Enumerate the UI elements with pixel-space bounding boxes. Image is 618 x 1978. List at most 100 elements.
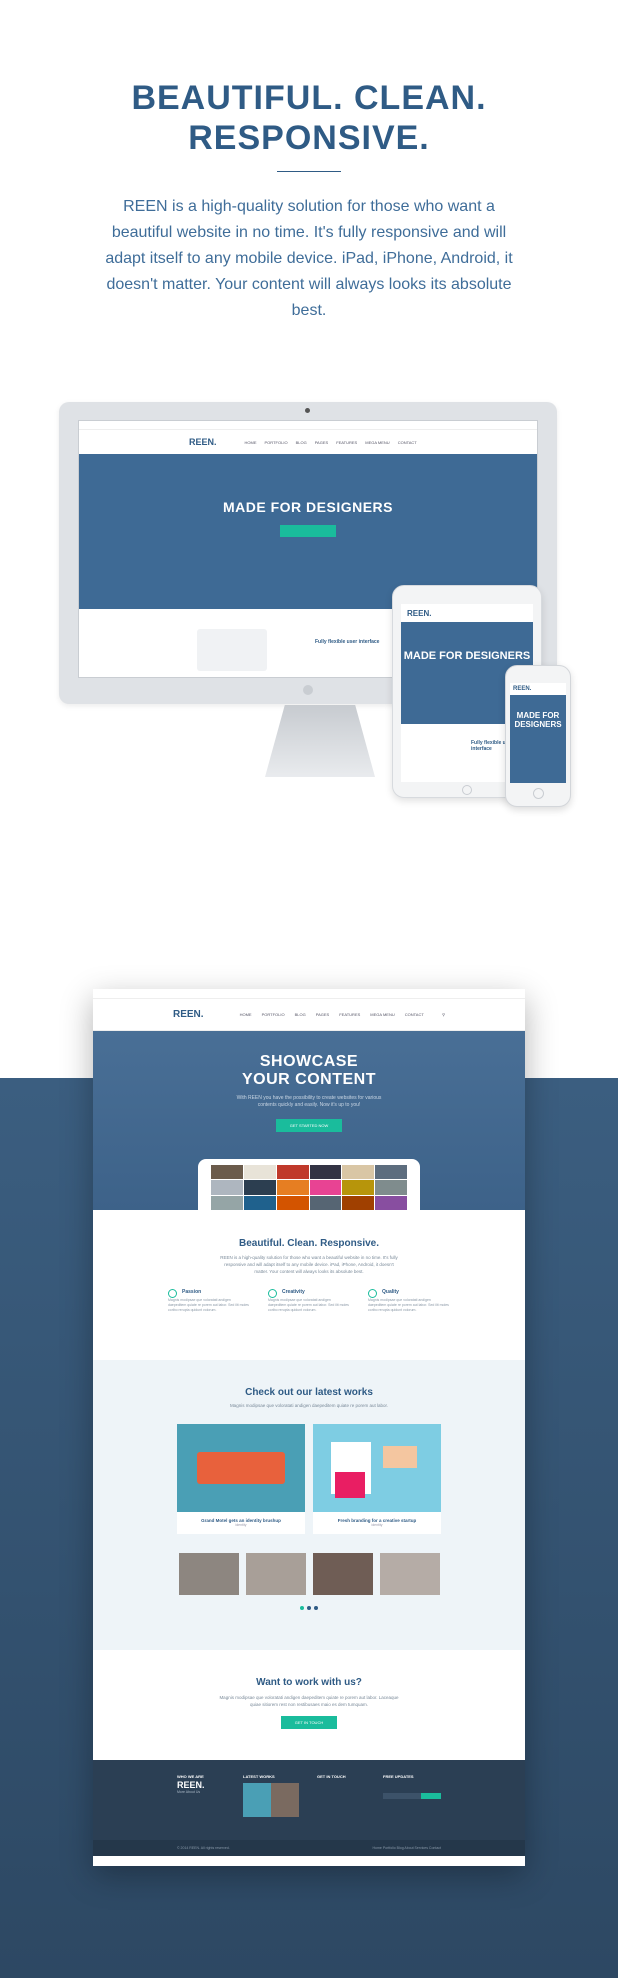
features-text: REEN is a high-quality solution for thos…: [220, 1255, 398, 1274]
mini-nav-item: CONTACT: [397, 439, 417, 445]
feature-passion: Passion Magnis modipsae que voloratati a…: [168, 1289, 250, 1313]
carousel-dot[interactable]: [300, 1606, 304, 1610]
mini-nav-item: MEGA MENU: [365, 439, 390, 445]
nav-pages[interactable]: PAGES: [316, 1012, 330, 1017]
footer-heading: LATEST WORKS: [243, 1774, 275, 1779]
work-tag: identity: [235, 1523, 247, 1527]
website-screenshot: REEN. HOME PORTFOLIO BLOG PAGES FEATURES…: [93, 989, 525, 1866]
carousel-dot[interactable]: [314, 1606, 318, 1610]
site-hero-title-1: SHOWCASE: [259, 1053, 359, 1070]
nav-portfolio[interactable]: PORTFOLIO: [262, 1012, 285, 1017]
mini-cta-button: [280, 525, 336, 537]
portfolio-grid: [211, 1165, 407, 1210]
features-section: Beautiful. Clean. Responsive. REEN is a …: [93, 1210, 525, 1360]
mini-nav-item: BLOG: [295, 439, 307, 445]
site-footer: WHO WE ARE REEN. More About Us LATEST WO…: [93, 1760, 525, 1840]
work-title: Fresh branding for a creative startup: [337, 1518, 417, 1523]
search-icon[interactable]: ⚲: [442, 1012, 445, 1017]
phone-logo: REEN.: [510, 683, 566, 695]
site-navbar: REEN. HOME PORTFOLIO BLOG PAGES FEATURES…: [93, 999, 525, 1031]
tablet-home-button: [462, 785, 472, 795]
feature-text: Magnis modipsae que voloratati andigen d…: [368, 1298, 449, 1312]
footer-heading: FREE UPDATES: [383, 1774, 414, 1779]
features-title: Beautiful. Clean. Responsive.: [238, 1238, 380, 1249]
subscribe-button[interactable]: [421, 1793, 441, 1799]
ipad-image: [198, 1159, 420, 1210]
mini-hero-title: MADE FOR DESIGNERS: [222, 499, 393, 515]
site-hero-text: With REEN you have the possibility to cr…: [236, 1095, 382, 1108]
imac-stand: [265, 705, 375, 777]
nav-mega-menu[interactable]: MEGA MENU: [370, 1012, 394, 1017]
footer-heading: WHO WE ARE: [177, 1774, 204, 1779]
nav-blog[interactable]: BLOG: [295, 1012, 306, 1017]
lightbulb-icon: [268, 1289, 277, 1298]
footer-logo: REEN.: [177, 1780, 205, 1790]
site-logo[interactable]: REEN.: [173, 1009, 204, 1020]
feature-text: Magnis modipsae que voloratati andigen d…: [268, 1298, 349, 1312]
mini-nav-item: FEATURES: [336, 439, 358, 445]
nav-features[interactable]: FEATURES: [339, 1012, 360, 1017]
nav-contact[interactable]: CONTACT: [405, 1012, 424, 1017]
work-thumb[interactable]: [312, 1553, 373, 1595]
work-thumb[interactable]: [245, 1553, 306, 1595]
work-image: [177, 1424, 305, 1512]
site-hero-title-2: YOUR CONTENT: [242, 1071, 376, 1088]
cta-text: Magnis modipsae que voloratati andigen d…: [219, 1695, 399, 1707]
pink-envelope: [335, 1472, 365, 1498]
get-in-touch-button[interactable]: GET IN TOUCH: [280, 1716, 338, 1729]
work-card-grand-motel[interactable]: Grand Motel gets an identity brushup ide…: [177, 1424, 305, 1534]
works-section: Check out our latest works Magnis modips…: [93, 1360, 525, 1650]
feature-columns: Passion Magnis modipsae que voloratati a…: [93, 1289, 525, 1313]
mini-nav-item: PAGES: [314, 439, 329, 445]
camera-dot: [305, 408, 310, 413]
feature-text: Magnis modipsae que voloratati andigen d…: [168, 1298, 249, 1312]
phone-home-button: [533, 788, 544, 799]
footer-more-link[interactable]: More About Us: [177, 1790, 200, 1794]
heart-icon: [168, 1289, 177, 1298]
carousel-dot[interactable]: [307, 1606, 311, 1610]
cta-section: Want to work with us? Magnis modipsae qu…: [93, 1650, 525, 1760]
work-thumbnails: [93, 1553, 525, 1595]
hero-divider: [277, 171, 341, 172]
phone-mockup: REEN. MADE FOR DESIGNERS: [505, 665, 571, 807]
mini-navbar: REEN. HOME PORTFOLIO BLOG PAGES FEATURES…: [79, 430, 537, 454]
work-card-branding[interactable]: Fresh branding for a creative startup id…: [313, 1424, 441, 1534]
phone-screen: REEN. MADE FOR DESIGNERS: [510, 683, 566, 783]
work-title: Grand Motel gets an identity brushup: [201, 1518, 281, 1523]
get-started-button[interactable]: GET STARTED NOW: [275, 1119, 343, 1132]
tablet-hero-title: MADE FOR DESIGNERS: [403, 650, 531, 662]
mini-device-image: [197, 629, 267, 671]
mini-topbar: [79, 421, 537, 430]
feature-title: Creativity: [282, 1289, 305, 1295]
feature-title: Passion: [182, 1289, 202, 1295]
phone-hero-title: MADE FOR DESIGNERS: [514, 711, 562, 729]
business-card: [383, 1446, 417, 1468]
work-thumb[interactable]: [178, 1553, 239, 1595]
mini-feature-title: Fully flexible user interface: [315, 639, 380, 645]
footer-latest-works: LATEST WORKS: [243, 1774, 299, 1826]
mini-logo: REEN.: [189, 437, 217, 447]
footer-works-grid[interactable]: [243, 1783, 299, 1817]
feature-quality: Quality Magnis modipsae que voloratati a…: [368, 1289, 450, 1313]
site-hero: SHOWCASE YOUR CONTENT With REEN you have…: [93, 1031, 525, 1210]
hero-title: BEAUTIFUL. CLEAN. RESPONSIVE.: [0, 78, 618, 158]
newsletter-form: [383, 1793, 441, 1799]
work-tag: identity: [371, 1523, 383, 1527]
star-icon: [368, 1289, 377, 1298]
hero-title-line2: RESPONSIVE.: [188, 119, 430, 157]
footer-free-updates: FREE UPDATES: [383, 1774, 441, 1826]
footer-who-we-are: WHO WE ARE REEN. More About Us: [177, 1774, 225, 1826]
featured-works: Grand Motel gets an identity brushup ide…: [93, 1424, 525, 1534]
nav-home[interactable]: HOME: [240, 1012, 252, 1017]
cta-title: Want to work with us?: [256, 1677, 362, 1688]
work-thumb[interactable]: [379, 1553, 440, 1595]
mini-nav-item: HOME: [244, 439, 257, 445]
works-title: Check out our latest works: [245, 1387, 373, 1398]
feature-title: Quality: [382, 1289, 399, 1295]
newsletter-input[interactable]: [383, 1793, 421, 1799]
bottom-links[interactable]: Home Portfolio Blog About Services Conta…: [373, 1846, 441, 1850]
carousel-dots[interactable]: [93, 1606, 525, 1610]
works-text: Magnis modipsae que voloratati andigen d…: [229, 1403, 389, 1408]
copyright: © 2014 REEN. All rights reserved.: [177, 1846, 230, 1850]
hero-title-line1: BEAUTIFUL. CLEAN.: [131, 79, 487, 117]
